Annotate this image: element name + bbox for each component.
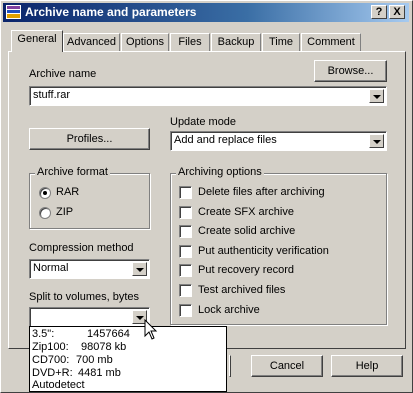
- rar-radio-label[interactable]: RAR: [56, 186, 79, 198]
- tab-options[interactable]: Options: [121, 33, 169, 51]
- compression-dropdown-button[interactable]: [132, 262, 147, 276]
- ok-button-edge[interactable]: [229, 355, 231, 377]
- tab-general[interactable]: General: [11, 30, 63, 52]
- help-button[interactable]: Help: [331, 355, 403, 377]
- window-title: Archive name and parameters: [25, 5, 197, 19]
- profiles-button[interactable]: Profiles...: [29, 128, 150, 150]
- tab-backup[interactable]: Backup: [211, 33, 261, 51]
- split-option-name: Autodetect: [32, 379, 85, 391]
- archive-format-group: [29, 173, 150, 229]
- split-option-name: DVD+R:: [32, 367, 73, 379]
- dialog-window: Archive name and parameters ? X General …: [0, 0, 413, 393]
- split-volumes-field[interactable]: [29, 307, 150, 327]
- mouse-cursor-icon: [144, 319, 158, 340]
- split-option-size: 700 mb: [76, 354, 113, 366]
- create-sfx-label[interactable]: Create SFX archive: [198, 206, 294, 218]
- update-mode-value: Add and replace files: [174, 134, 277, 146]
- delete-files-label[interactable]: Delete files after archiving: [198, 186, 325, 198]
- create-sfx-checkbox[interactable]: [179, 206, 192, 219]
- zip-radio[interactable]: [39, 207, 51, 219]
- compression-method-select[interactable]: Normal: [29, 259, 150, 279]
- cancel-button[interactable]: Cancel: [251, 355, 323, 377]
- create-solid-label[interactable]: Create solid archive: [198, 225, 295, 237]
- archiving-options-label: Archiving options: [176, 166, 264, 178]
- authenticity-checkbox[interactable]: [179, 245, 192, 258]
- split-option-autodetect[interactable]: Autodetect: [32, 379, 85, 392]
- split-volumes-dropdown-list: 3.5": 1457664 Zip100: 98078 kb CD700: 70…: [29, 326, 227, 392]
- browse-button[interactable]: Browse...: [314, 60, 387, 82]
- update-mode-label: Update mode: [170, 116, 237, 128]
- lock-archive-checkbox[interactable]: [179, 304, 192, 317]
- compression-method-value: Normal: [33, 262, 69, 274]
- archive-name-dropdown-button[interactable]: [369, 89, 384, 103]
- delete-files-checkbox[interactable]: [179, 186, 192, 199]
- help-title-button[interactable]: ?: [371, 5, 387, 19]
- zip-radio-label[interactable]: ZIP: [56, 206, 73, 218]
- tab-time[interactable]: Time: [262, 33, 300, 51]
- test-files-label[interactable]: Test archived files: [198, 284, 285, 296]
- title-bar: Archive name and parameters ? X: [3, 3, 409, 22]
- lock-archive-label[interactable]: Lock archive: [198, 304, 260, 316]
- split-option-3-5[interactable]: 3.5": 1457664: [32, 328, 130, 341]
- split-option-cd700[interactable]: CD700: 700 mb: [32, 354, 113, 367]
- authenticity-label[interactable]: Put authenticity verification: [198, 245, 329, 257]
- archive-name-value: stuff.rar: [33, 89, 71, 101]
- recovery-record-checkbox[interactable]: [179, 264, 192, 277]
- split-option-zip100[interactable]: Zip100: 98078 kb: [32, 341, 126, 354]
- winrar-app-icon: [6, 5, 21, 19]
- update-mode-dropdown-button[interactable]: [369, 134, 384, 148]
- compression-method-label: Compression method: [29, 242, 134, 254]
- rar-radio[interactable]: [39, 187, 51, 199]
- update-mode-select[interactable]: Add and replace files: [170, 131, 387, 151]
- archive-name-field[interactable]: stuff.rar: [29, 86, 387, 106]
- archive-format-label: Archive format: [35, 166, 110, 178]
- split-option-name: CD700:: [32, 354, 70, 366]
- recovery-record-label[interactable]: Put recovery record: [198, 264, 294, 276]
- tab-advanced[interactable]: Advanced: [63, 33, 120, 51]
- archive-name-label: Archive name: [29, 68, 97, 80]
- tab-comment[interactable]: Comment: [301, 33, 361, 51]
- split-option-size: 98078 kb: [81, 341, 127, 353]
- close-button[interactable]: X: [389, 5, 405, 19]
- split-option-name: 3.5":: [32, 328, 55, 340]
- create-solid-checkbox[interactable]: [179, 225, 192, 238]
- split-option-size: 1457664: [87, 328, 130, 340]
- test-files-checkbox[interactable]: [179, 284, 192, 297]
- split-volumes-label: Split to volumes, bytes: [29, 291, 140, 303]
- split-option-name: Zip100:: [32, 341, 69, 353]
- tab-files[interactable]: Files: [170, 33, 210, 51]
